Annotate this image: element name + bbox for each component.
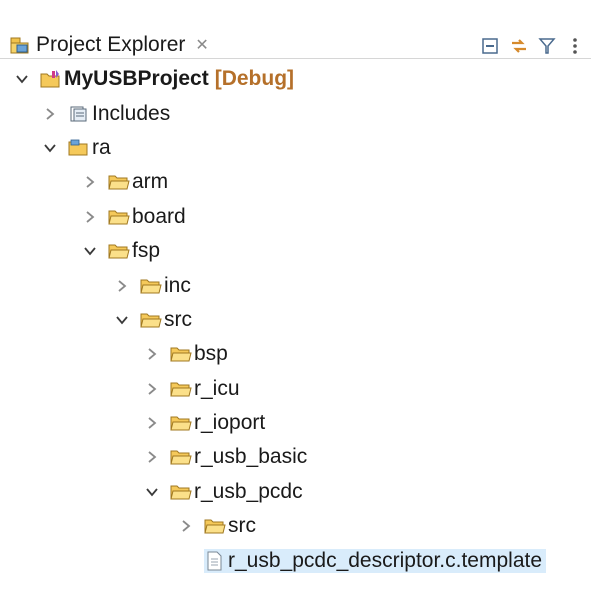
chevron-down-icon[interactable] [112,310,132,330]
tree-node-inc[interactable]: inc [0,268,591,302]
source-folder-icon [68,138,90,158]
collapse-all-icon[interactable] [481,36,501,56]
project-icon [40,69,62,89]
chevron-right-icon[interactable] [80,207,100,227]
chevron-right-icon[interactable] [112,276,132,296]
node-label: r_usb_pcdc [194,479,303,503]
node-label: arm [132,170,169,194]
tree-node-pcdc-src[interactable]: src [0,509,591,543]
folder-icon [204,516,226,536]
chevron-right-icon[interactable] [142,344,162,364]
project-explorer-view-tab[interactable]: Project Explorer ✕ [0,14,591,59]
folder-icon [170,344,192,364]
project-tree: MyUSBProject [Debug] Includes ra arm boa… [0,62,591,578]
view-menu-icon[interactable] [565,36,585,56]
folder-icon [108,172,130,192]
node-label: board [132,204,186,228]
tree-node-descriptor-template[interactable]: r_usb_pcdc_descriptor.c.template [0,543,591,577]
node-label: ra [92,135,111,159]
node-label: r_ioport [194,411,266,435]
node-label: r_icu [194,376,240,400]
tree-node-includes[interactable]: Includes [0,96,591,130]
close-icon[interactable]: ✕ [195,35,208,55]
includes-icon [68,104,90,124]
folder-icon [108,241,130,261]
node-label: r_usb_pcdc_descriptor.c.template [228,548,543,572]
node-label: Includes [92,101,171,125]
build-config-label: [Debug] [214,67,295,91]
chevron-right-icon[interactable] [142,413,162,433]
view-toolbar [481,34,585,58]
chevron-right-icon[interactable] [142,379,162,399]
node-label: bsp [194,342,228,366]
node-label: src [228,514,256,538]
tree-node-ra[interactable]: ra [0,131,591,165]
chevron-right-icon[interactable] [176,516,196,536]
tree-node-bsp[interactable]: bsp [0,337,591,371]
folder-icon [170,482,192,502]
project-name: MyUSBProject [64,67,209,91]
folder-icon [170,447,192,467]
chevron-down-icon[interactable] [12,69,32,89]
tree-node-r-usb-basic[interactable]: r_usb_basic [0,440,591,474]
project-explorer-icon [10,36,30,54]
node-label: r_usb_basic [194,445,308,469]
tree-node-src[interactable]: src [0,303,591,337]
chevron-right-icon[interactable] [40,104,60,124]
chevron-down-icon[interactable] [40,138,60,158]
view-title-area[interactable]: Project Explorer ✕ [10,28,209,62]
node-label: src [164,307,192,331]
node-label: fsp [132,239,161,263]
chevron-right-icon[interactable] [80,172,100,192]
node-label: inc [164,273,191,297]
chevron-down-icon[interactable] [142,482,162,502]
folder-icon [170,413,192,433]
tree-node-r-ioport[interactable]: r_ioport [0,406,591,440]
folder-icon [170,379,192,399]
view-title: Project Explorer [36,33,186,56]
link-with-editor-icon[interactable] [509,36,529,56]
folder-icon [140,310,162,330]
tree-node-r-usb-pcdc[interactable]: r_usb_pcdc [0,475,591,509]
chevron-right-icon[interactable] [142,447,162,467]
project-node[interactable]: MyUSBProject [Debug] [0,62,591,96]
tree-node-r-icu[interactable]: r_icu [0,372,591,406]
folder-icon [140,276,162,296]
filter-icon[interactable] [537,36,557,56]
tree-node-board[interactable]: board [0,200,591,234]
folder-icon [108,207,130,227]
tree-node-arm[interactable]: arm [0,165,591,199]
tree-node-fsp[interactable]: fsp [0,234,591,268]
chevron-down-icon[interactable] [80,241,100,261]
file-icon [204,551,226,571]
